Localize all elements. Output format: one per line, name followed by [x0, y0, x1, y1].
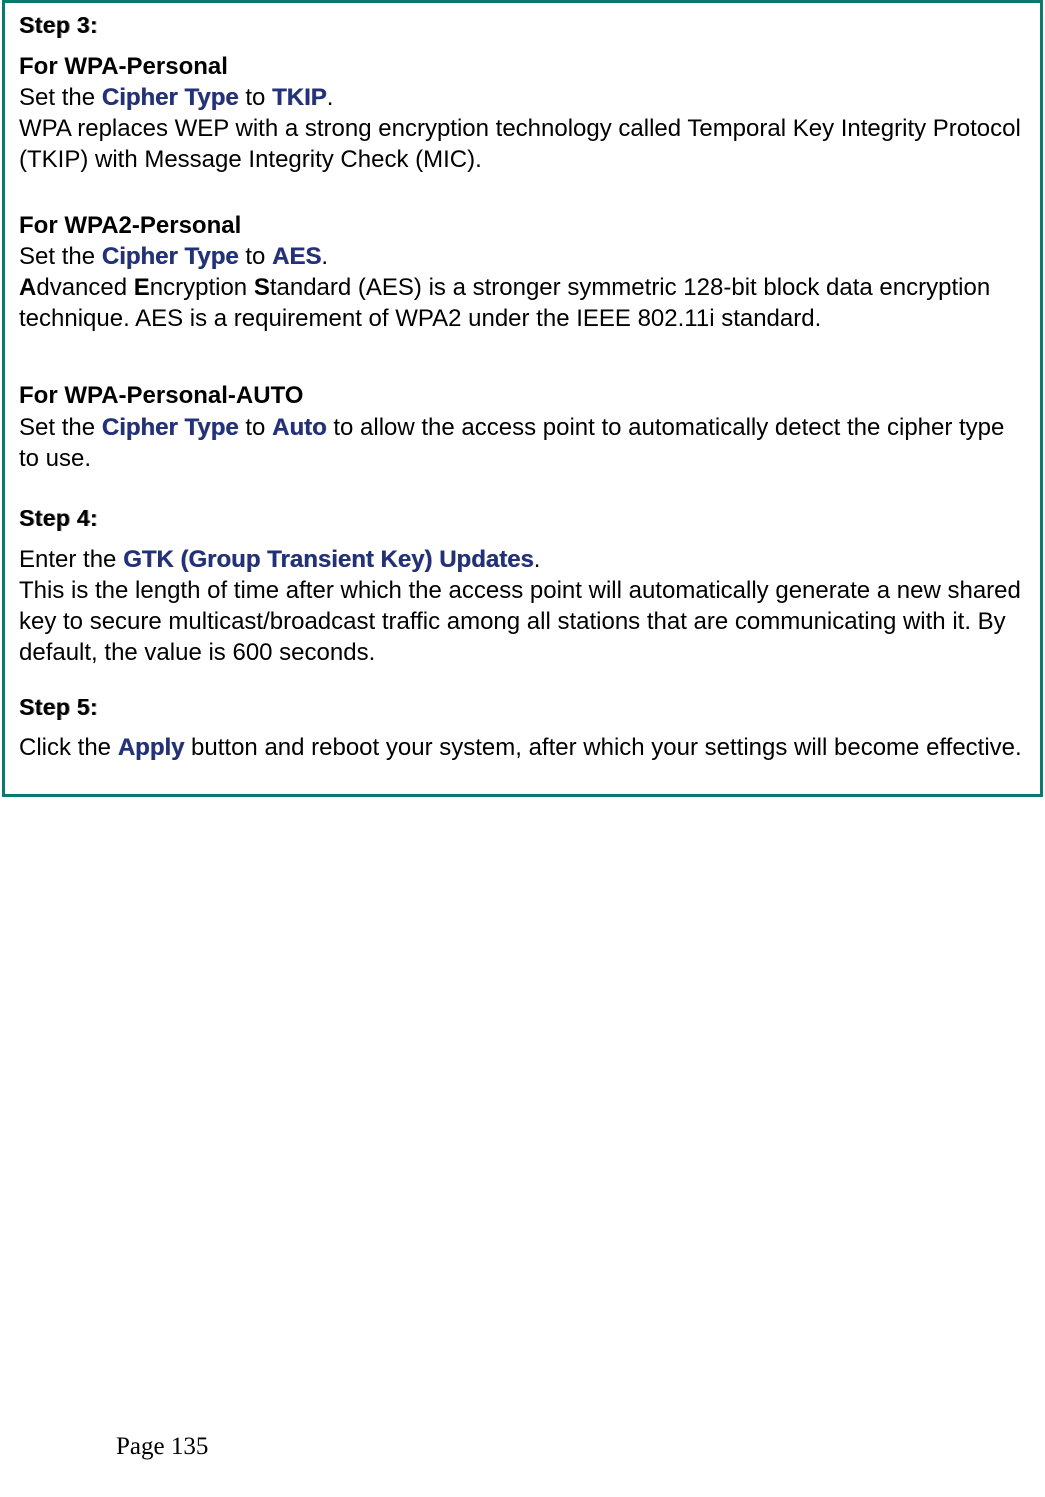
wpa-personal-auto-heading: For WPA-Personal-AUTO	[19, 380, 1026, 411]
wpa2-personal-desc: Advanced Encryption Standard (AES) is a …	[19, 272, 1026, 334]
text: button and reboot your system, after whi…	[184, 734, 1021, 761]
cipher-type-keyword: Cipher Type	[102, 414, 239, 441]
step-4-desc: This is the length of time after which t…	[19, 575, 1026, 669]
text: .	[327, 84, 334, 111]
text: Enter the	[19, 546, 123, 573]
step-4-label: Step 4:	[19, 504, 1026, 534]
text: .	[534, 546, 541, 573]
initial-e: E	[134, 274, 150, 301]
text: .	[321, 243, 328, 270]
wpa-personal-desc: WPA replaces WEP with a strong encryptio…	[19, 113, 1026, 175]
wpa2-personal-heading: For WPA2-Personal	[19, 210, 1026, 241]
wpa-personal-set-line: Set the Cipher Type to TKIP.	[19, 82, 1026, 113]
gtk-updates-term: GTK (Group Transient Key) Updates	[123, 546, 534, 573]
step-3-label: Step 3:	[19, 11, 1026, 41]
text: ncryption	[150, 274, 254, 301]
text: Set the	[19, 243, 102, 270]
content-box: Step 3: For WPA-Personal Set the Cipher …	[2, 0, 1043, 797]
step-5-label: Step 5:	[19, 693, 1026, 723]
text: to	[239, 414, 272, 441]
wpa-personal-heading: For WPA-Personal	[19, 51, 1026, 82]
wpa2-personal-set-line: Set the Cipher Type to AES.	[19, 241, 1026, 272]
tkip-term: TKIP	[272, 84, 327, 111]
text: Set the	[19, 414, 102, 441]
apply-term: Apply	[118, 734, 185, 761]
step-4-line1: Enter the GTK (Group Transient Key) Upda…	[19, 544, 1026, 575]
text: dvanced	[36, 274, 133, 301]
cipher-type-keyword: Cipher Type	[102, 243, 239, 270]
auto-term: Auto	[272, 414, 327, 441]
step-5-line1: Click the Apply button and reboot your s…	[19, 732, 1026, 763]
page-number: Page 135	[116, 1433, 208, 1461]
initial-s: S	[254, 274, 270, 301]
wpa-personal-auto-set-line: Set the Cipher Type to Auto to allow the…	[19, 412, 1026, 474]
text: Click the	[19, 734, 118, 761]
aes-term: AES	[272, 243, 321, 270]
text: Set the	[19, 84, 102, 111]
cipher-type-keyword: Cipher Type	[102, 84, 239, 111]
text: to	[239, 243, 272, 270]
initial-a: A	[19, 274, 36, 301]
text: to	[239, 84, 272, 111]
